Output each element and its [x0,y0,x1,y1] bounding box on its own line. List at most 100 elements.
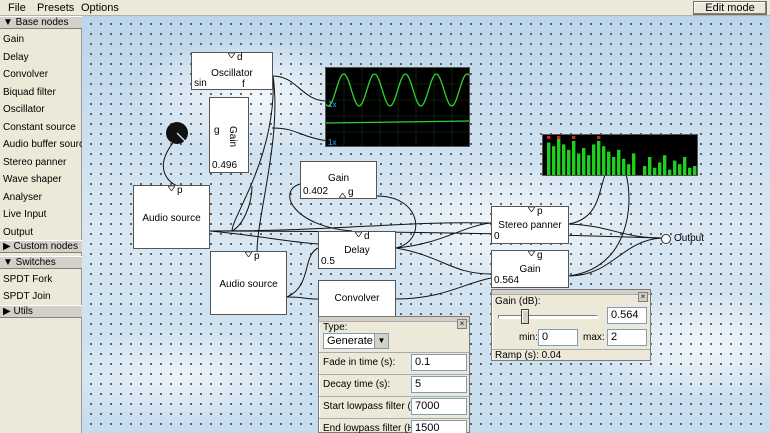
wire-delay-panner [395,222,492,249]
type-select-value: Generate [327,335,373,347]
separator [319,374,469,375]
node-title: Audio source [142,213,201,224]
menu-file[interactable]: File [8,2,26,14]
port-label: d [364,231,370,242]
input-port-icon[interactable] [528,251,535,256]
node-title: Convolver [334,293,380,304]
palette-item-delay[interactable]: Delay [3,52,29,64]
analyser-bar [632,153,636,175]
analyser-display [542,134,698,176]
input-port-icon[interactable] [168,186,175,191]
palette-item-audio-buffer-source[interactable]: Audio buffer source [3,139,90,151]
wire-conv-gainr [395,277,492,300]
gain-node-vertical[interactable]: g Gain 0.496 [209,97,249,173]
palette-item-biquad-filter[interactable]: Biquad filter [3,87,56,99]
stereo-panner-node[interactable]: p Stereo panner 0 [491,206,569,244]
gain-slider-thumb[interactable] [521,309,529,324]
decay-input[interactable]: 5 [411,376,467,393]
input-port-icon[interactable] [339,193,346,198]
palette-item-live-input[interactable]: Live Input [3,209,46,221]
wire-gainr-out [568,237,663,277]
utils-header[interactable]: ▶ Utils [0,305,82,318]
port-label: g [348,187,354,198]
analyser-bar [653,167,657,175]
palette-item-stereo-panner[interactable]: Stereo panner [3,157,66,169]
oscillator-node[interactable]: d Oscillator sin f [191,52,273,90]
node-title: Gain [327,173,350,184]
close-icon[interactable]: × [638,292,648,302]
gain-value: 0.402 [303,186,329,197]
menu-options[interactable]: Options [81,2,119,14]
input-port-icon[interactable] [228,53,235,58]
audio-source-node-2[interactable]: p Audio source [210,251,287,315]
analyser-bar [643,166,647,175]
ramp-label: Ramp (s): 0.04 [495,350,562,361]
analyser-bar [562,144,566,175]
chevron-down-icon[interactable]: ▼ [374,334,388,348]
oscilloscope-trace [326,68,469,146]
switches-header[interactable]: ▼ Switches [0,256,82,269]
node-title: Stereo panner [498,220,562,231]
gain-slider-track[interactable] [498,315,598,319]
gain-db-label: Gain (dB): [495,296,541,307]
input-port-icon[interactable] [355,232,362,237]
gain-knob-icon[interactable] [164,120,190,146]
analyser-bar [693,166,697,175]
edit-mode-button[interactable]: Edit mode [693,1,767,15]
start-lowpass-input[interactable]: 7000 [411,398,467,415]
palette-item-wave-shaper[interactable]: Wave shaper [3,174,62,186]
close-icon[interactable]: × [457,319,467,329]
analyser-peak [557,136,561,139]
analyser-bar [592,144,596,175]
analyser-bar [622,158,626,175]
max-input[interactable]: 2 [607,329,647,346]
analyser-bar [668,169,672,175]
custom-nodes-header[interactable]: ▶ Custom nodes [0,240,82,253]
output-port-icon[interactable] [660,233,672,245]
min-input[interactable]: 0 [538,329,578,346]
analyser-peak [572,136,576,139]
audio-source-node-1[interactable]: p Audio source [133,185,210,249]
palette-item-spdt-fork[interactable]: SPDT Fork [3,274,52,286]
palette-item-oscillator[interactable]: Oscillator [3,104,45,116]
wire-src2-conv [286,296,319,300]
analyser-bar [577,153,581,175]
gain-value-input[interactable]: 0.564 [607,307,647,324]
gain-node-right[interactable]: g Gain 0.564 [491,250,569,288]
decay-label: Decay time (s): [323,379,391,390]
node-title: Gain [227,126,238,148]
analyser-bar [678,164,682,175]
wire-src1-panner [209,222,492,232]
analyser-bar [587,155,591,175]
type-select[interactable]: Generate ▼ [323,333,389,349]
palette-item-spdt-join[interactable]: SPDT Join [3,291,51,303]
node-graph-canvas[interactable]: d Oscillator sin f g Gain 0.496 1x 1x p … [82,16,770,433]
palette-item-analyser[interactable]: Analyser [3,192,42,204]
convolver-property-panel: × Type: Generate ▼ Fade in time (s): 0.1… [318,316,470,433]
palette-item-output[interactable]: Output [3,227,33,239]
input-port-icon[interactable] [528,207,535,212]
separator [319,396,469,397]
end-lowpass-input[interactable]: 1500 [411,420,467,433]
convolver-node[interactable]: Convolver [318,280,396,318]
input-port-icon[interactable] [245,252,252,257]
palette-item-gain[interactable]: Gain [3,34,24,46]
analyser-bar [673,160,677,175]
analyser-bar [557,139,561,175]
fade-in-input[interactable]: 0.1 [411,354,467,371]
port-label: p [177,185,183,196]
fade-in-label: Fade in time (s): [323,357,396,368]
menu-presets[interactable]: Presets [37,2,74,14]
analyser-bar [607,151,611,175]
palette-item-constant-source[interactable]: Constant source [3,122,76,134]
delay-node[interactable]: d Delay 0.5 [318,231,396,269]
gain-property-panel: × Gain (dB): 0.564 min: 0 max: 2 Ramp (s… [491,289,651,361]
palette-item-convolver[interactable]: Convolver [3,69,48,81]
max-label: max: [583,332,605,343]
panel-titlebar[interactable] [492,290,650,295]
gain-node-mid[interactable]: Gain 0.402 g [300,161,377,199]
analyser-bar [567,149,571,175]
waveform-value: sin [194,78,207,89]
analyser-bar [582,148,586,175]
base-nodes-header[interactable]: ▼ Base nodes [0,16,82,29]
